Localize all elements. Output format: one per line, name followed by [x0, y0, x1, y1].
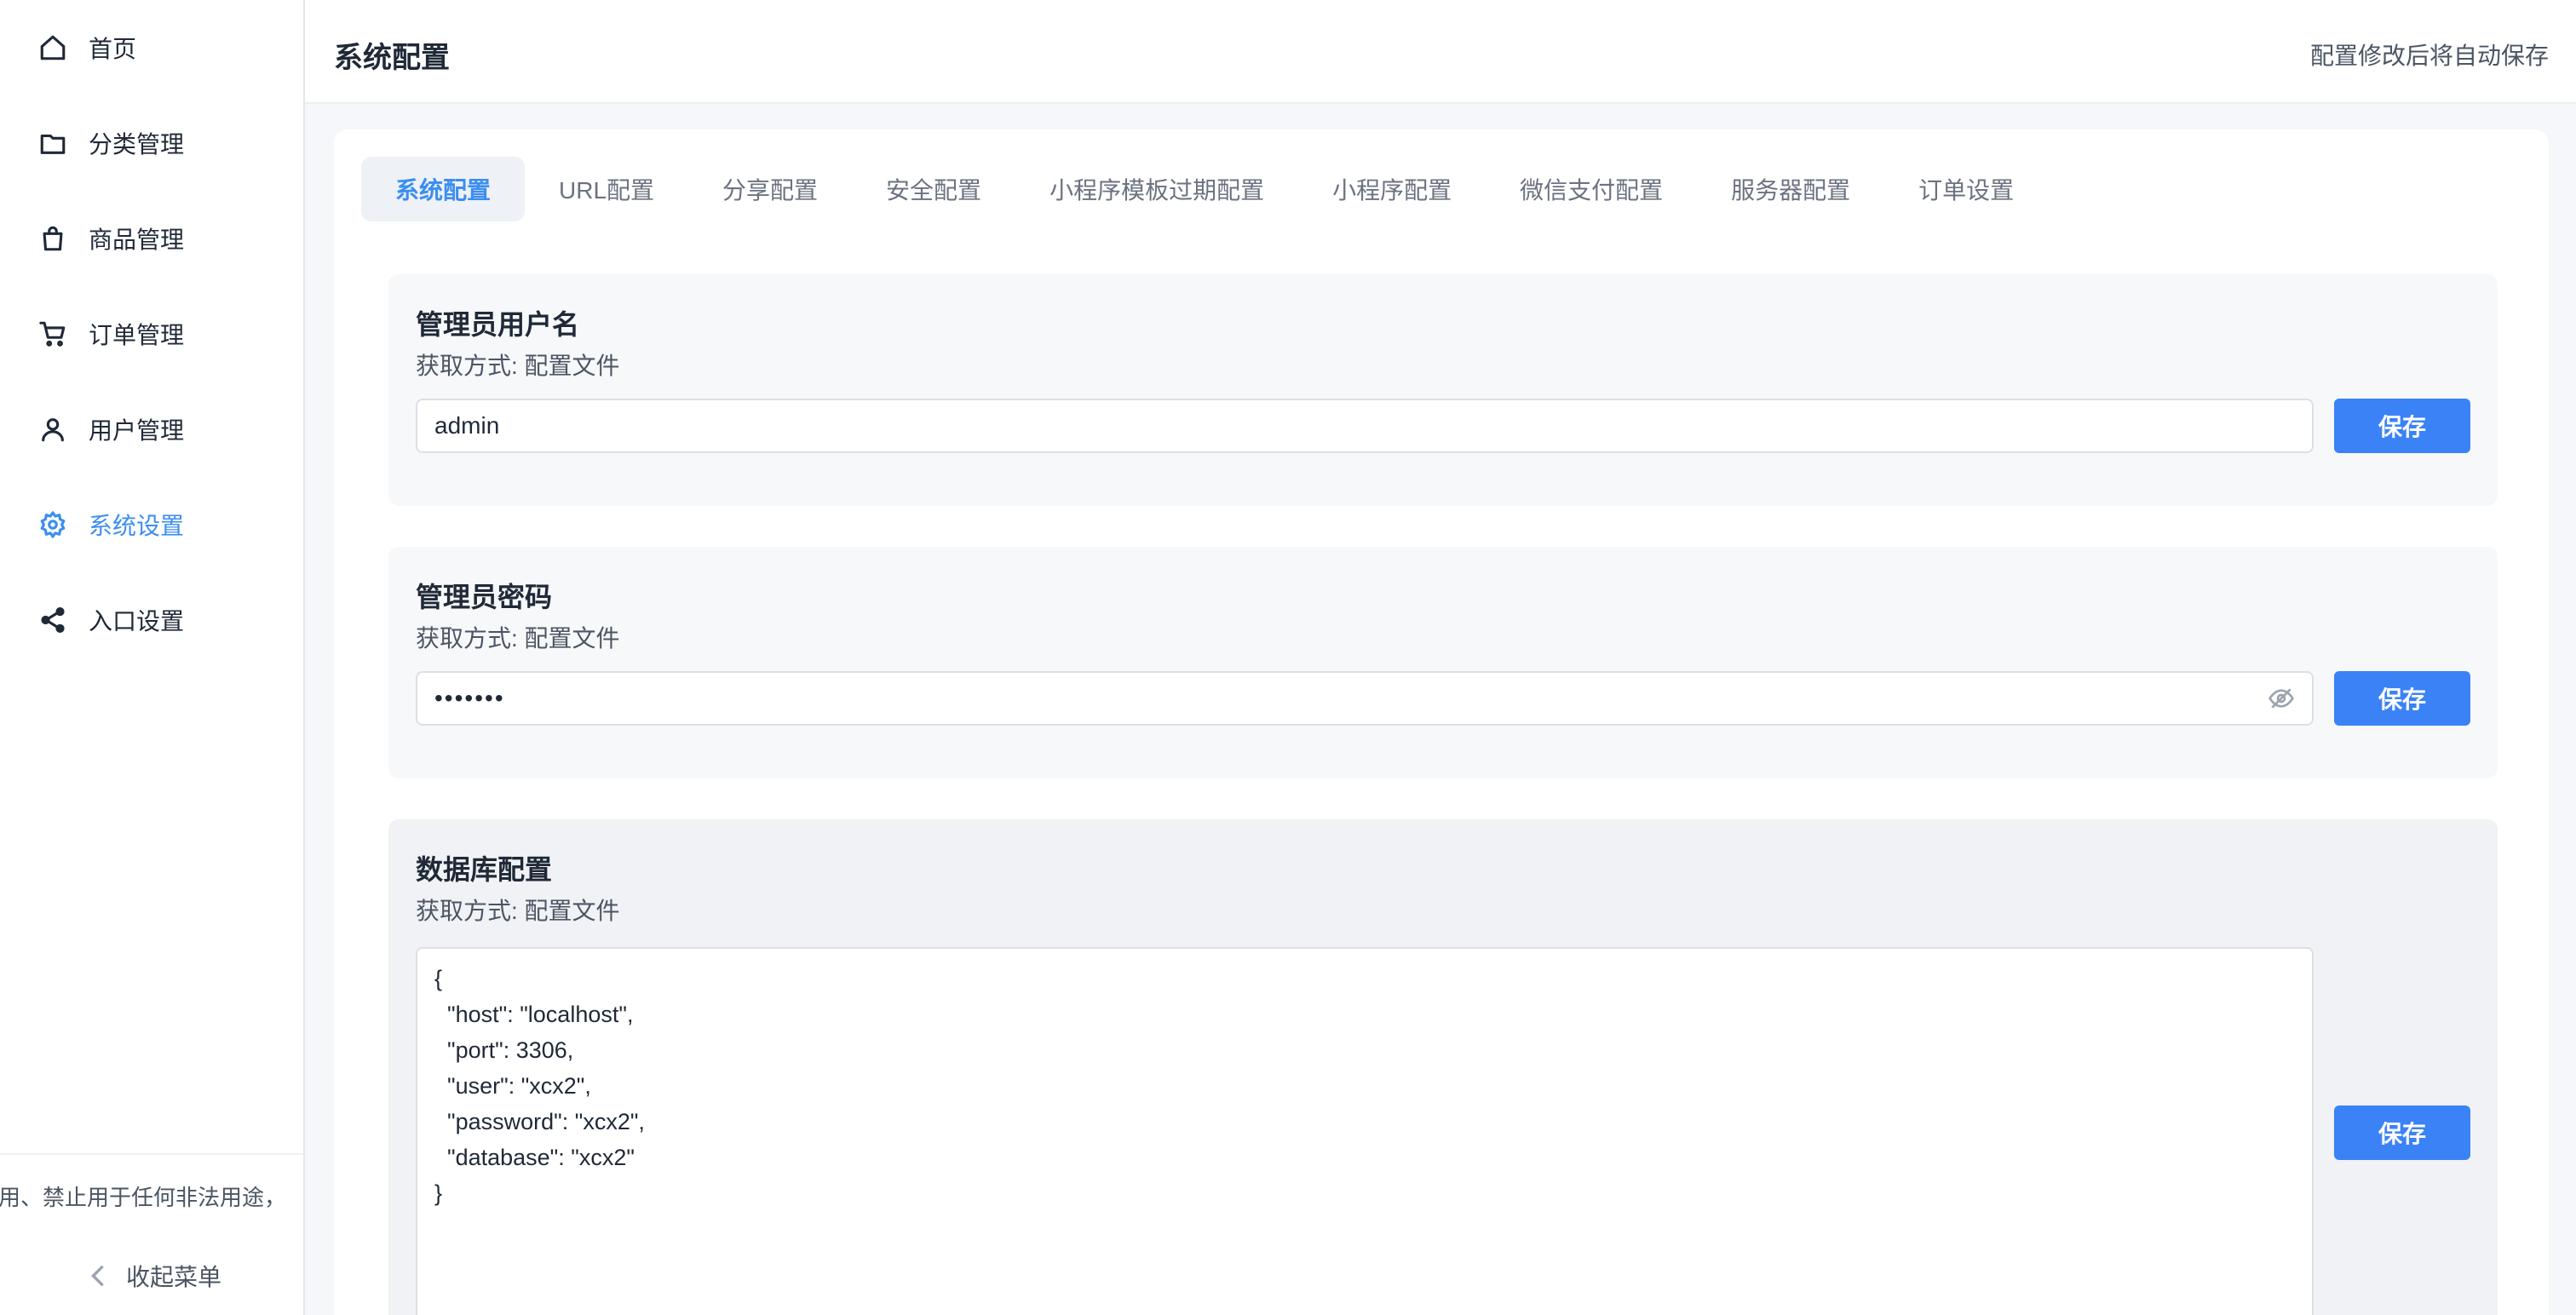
cart-icon — [37, 319, 68, 349]
tab-url-config[interactable]: URL配置 — [525, 157, 688, 221]
sidebar-item-users[interactable]: 用户管理 — [37, 404, 293, 455]
page-title: 系统配置 — [334, 42, 450, 74]
section-source: 获取方式: 配置文件 — [416, 625, 620, 652]
tab-miniprogram-template-expiry[interactable]: 小程序模板过期配置 — [1015, 157, 1298, 221]
sidebar-item-label: 入口设置 — [89, 608, 185, 635]
sidebar-item-label: 订单管理 — [89, 322, 185, 348]
sidebar-item-entry-settings[interactable]: 入口设置 — [37, 594, 293, 646]
admin-password-field[interactable]: ••••••• — [416, 671, 2314, 726]
config-tabs: 系统配置 URL配置 分享配置 安全配置 小程序模板过期配置 小程序配置 微信支… — [361, 157, 2048, 221]
sidebar-item-label: 商品管理 — [89, 227, 185, 253]
section-title: 数据库配置 — [416, 854, 553, 885]
sidebar-item-label: 系统设置 — [89, 513, 185, 539]
tab-system-config[interactable]: 系统配置 — [361, 157, 526, 221]
password-masked-value: ••••••• — [434, 685, 505, 711]
usage-notice: 用、禁止用于任何非法用途， — [0, 1185, 287, 1210]
sidebar-item-label: 首页 — [89, 36, 137, 62]
config-card: 系统配置 URL配置 分享配置 安全配置 小程序模板过期配置 小程序配置 微信支… — [334, 129, 2549, 1315]
section-source: 获取方式: 配置文件 — [416, 898, 620, 924]
home-icon — [37, 32, 68, 63]
user-icon — [37, 414, 68, 445]
sidebar-item-home[interactable]: 首页 — [37, 22, 293, 73]
sidebar-item-label: 用户管理 — [89, 417, 185, 444]
sidebar-item-products[interactable]: 商品管理 — [37, 213, 293, 264]
section-title: 管理员密码 — [416, 582, 553, 612]
chevron-left-icon — [91, 1265, 104, 1287]
admin-username-section: 管理员用户名 获取方式: 配置文件 保存 — [388, 274, 2498, 506]
tab-server-config[interactable]: 服务器配置 — [1697, 157, 1884, 221]
tab-share-config[interactable]: 分享配置 — [688, 157, 852, 221]
section-source: 获取方式: 配置文件 — [416, 353, 620, 379]
collapse-menu-button[interactable]: 收起菜单 — [89, 1259, 221, 1293]
admin-username-input[interactable] — [434, 412, 2295, 439]
sidebar: 首页 分类管理 商品管理 订单管理 用户管理 系统设置 入口设置 用、禁止用于任… — [0, 0, 305, 1315]
admin-password-section: 管理员密码 获取方式: 配置文件 ••••••• 保存 — [388, 547, 2498, 778]
tab-miniprogram-config[interactable]: 小程序配置 — [1298, 157, 1486, 221]
tab-order-settings[interactable]: 订单设置 — [1884, 157, 2048, 221]
shopping-bag-icon — [37, 223, 68, 254]
app: 首页 分类管理 商品管理 订单管理 用户管理 系统设置 入口设置 用、禁止用于任… — [0, 0, 2576, 1315]
gear-icon — [37, 509, 68, 540]
sidebar-item-categories[interactable]: 分类管理 — [37, 118, 293, 169]
section-title: 管理员用户名 — [416, 309, 580, 340]
tab-wechat-pay-config[interactable]: 微信支付配置 — [1486, 157, 1697, 221]
sidebar-item-orders[interactable]: 订单管理 — [37, 308, 293, 359]
folder-icon — [37, 128, 68, 158]
admin-username-field[interactable] — [416, 399, 2314, 453]
tab-security-config[interactable]: 安全配置 — [852, 157, 1015, 221]
sidebar-item-system-settings[interactable]: 系统设置 — [37, 499, 293, 550]
sidebar-item-label: 分类管理 — [89, 131, 185, 158]
database-section: 数据库配置 获取方式: 配置文件 { "host": "localhost", … — [388, 819, 2498, 1315]
save-button[interactable]: 保存 — [2334, 399, 2470, 453]
save-button[interactable]: 保存 — [2334, 1105, 2470, 1160]
header: 系统配置 配置修改后将自动保存 — [305, 0, 2576, 104]
autosave-hint: 配置修改后将自动保存 — [2309, 43, 2549, 69]
database-config-textarea[interactable]: { "host": "localhost", "port": 3306, "us… — [416, 947, 2314, 1315]
sidebar-footer: 用、禁止用于任何非法用途， 收起菜单 — [0, 1153, 303, 1315]
eye-off-icon[interactable] — [2268, 685, 2295, 712]
save-button[interactable]: 保存 — [2334, 671, 2470, 726]
share-icon — [37, 605, 68, 635]
collapse-menu-label: 收起菜单 — [126, 1264, 222, 1290]
